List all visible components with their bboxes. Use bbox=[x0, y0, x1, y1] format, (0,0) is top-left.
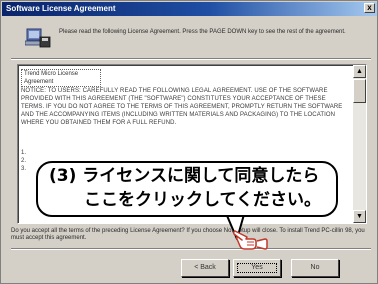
license-section-title: Trend Micro License Agreement bbox=[21, 69, 101, 87]
computer-disk-icon bbox=[25, 28, 51, 48]
accept-question: Do you accept all the terms of the prece… bbox=[11, 228, 365, 241]
callout-line-1: (3) ライセンスに関して同意したら bbox=[49, 166, 320, 186]
focus-rect bbox=[237, 263, 277, 273]
header-instruction: Please read the following License Agreem… bbox=[59, 29, 346, 35]
license-dialog: Software License Agreement x Please read… bbox=[0, 0, 378, 284]
pointing-hand-icon bbox=[233, 230, 268, 250]
license-body-text: NOTICE: TO USERS: CAREFULLY READ THE FOL… bbox=[21, 88, 343, 126]
divider bbox=[11, 248, 371, 250]
divider bbox=[11, 58, 371, 60]
license-list-marks: 1. 2. 3. bbox=[21, 150, 27, 172]
callout-line-2: ここをクリックしてください。 bbox=[84, 190, 321, 210]
window-title: Software License Agreement bbox=[6, 4, 116, 13]
scroll-down-button[interactable]: ▼ bbox=[353, 210, 366, 223]
close-button[interactable]: x bbox=[364, 3, 375, 13]
license-scrollbar[interactable]: ▲ ▼ bbox=[353, 65, 366, 223]
scroll-thumb[interactable] bbox=[353, 79, 366, 103]
title-bar[interactable]: Software License Agreement bbox=[2, 2, 377, 16]
scroll-up-button[interactable]: ▲ bbox=[353, 65, 366, 78]
back-button[interactable]: < Back bbox=[181, 259, 229, 277]
no-button[interactable]: No bbox=[291, 259, 339, 277]
yes-button[interactable]: Yes bbox=[233, 259, 281, 277]
